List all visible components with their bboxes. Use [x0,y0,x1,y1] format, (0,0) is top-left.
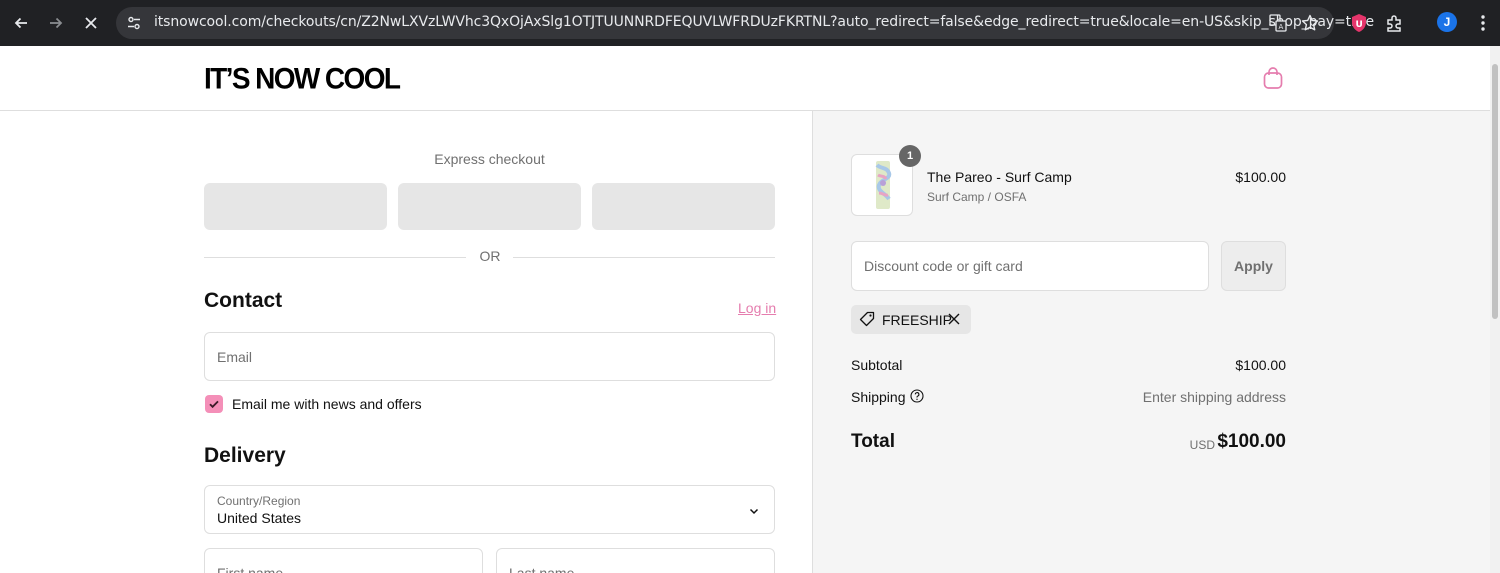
store-logo[interactable]: IT’S NOW COOL [204,62,401,96]
product-name: The Pareo - Surf Camp [927,169,1072,185]
login-link[interactable]: Log in [738,300,776,316]
express-checkout-title: Express checkout [434,151,545,167]
checkout-form: Express checkout OR Contact Log in Email… [0,111,812,573]
scrollbar-thumb[interactable] [1492,64,1498,319]
checkout-page: IT’S NOW COOL Express checkout OR Contac… [0,46,1490,573]
page-scrollbar[interactable] [1490,46,1500,573]
extensions-puzzle-icon[interactable] [1384,12,1406,34]
product-variant: Surf Camp / OSFA [927,190,1027,204]
remove-discount-icon[interactable] [947,312,961,326]
forward-icon[interactable] [44,11,68,35]
subtotal-label: Subtotal [851,357,903,373]
shipping-label: Shipping [851,389,906,405]
country-select[interactable]: Country/Region United States [204,485,775,534]
last-name-placeholder: Last name [509,565,575,573]
contact-heading: Contact [204,289,283,312]
apply-discount-button[interactable]: Apply [1221,241,1286,291]
site-settings-icon[interactable] [126,15,142,31]
bookmark-star-icon[interactable] [1300,13,1320,33]
newsletter-checkbox[interactable] [205,395,223,413]
shipping-help-icon[interactable] [910,389,924,403]
checkmark-icon [209,400,219,409]
country-label: Country/Region [217,494,301,508]
email-placeholder: Email [217,349,253,365]
country-value: United States [217,510,302,526]
total-currency: USD [1189,438,1215,452]
divider [513,257,775,258]
express-pay-button-2[interactable] [398,183,581,230]
shipping-value: Enter shipping address [1142,389,1286,405]
stop-loading-icon[interactable] [79,11,103,35]
chevron-down-icon [748,504,760,516]
last-name-field[interactable]: Last name [496,548,775,573]
first-name-field[interactable]: First name [204,548,483,573]
total-value: $100.00 [1217,431,1286,452]
or-divider-text: OR [479,248,501,264]
express-pay-button-3[interactable] [592,183,775,230]
browser-toolbar: itsnowcool.com/checkouts/cn/Z2NwLXVzLWVh… [0,0,1500,46]
extension-shield-icon[interactable]: U [1348,12,1370,34]
profile-avatar[interactable]: J [1437,12,1457,32]
svg-text:A: A [1279,23,1284,31]
product-thumbnail: 1 [851,145,921,216]
discount-code-text: FREESHIP [882,312,953,328]
back-icon[interactable] [9,11,33,35]
shopping-bag-icon[interactable] [1262,66,1284,90]
discount-code-input[interactable]: Discount code or gift card [851,241,1209,291]
newsletter-label[interactable]: Email me with news and offers [232,396,422,412]
discount-placeholder: Discount code or gift card [864,258,1023,274]
first-name-placeholder: First name [217,565,284,573]
product-price: $100.00 [1235,169,1286,185]
total-label: Total [851,431,895,452]
order-summary: 1 The Pareo - Surf Camp Surf Camp / OSFA… [812,111,1490,573]
address-bar[interactable]: itsnowcool.com/checkouts/cn/Z2NwLXVzLWVh… [116,7,1374,39]
applied-discount-chip: FREESHIP [851,305,971,334]
site-header: IT’S NOW COOL [0,46,1490,111]
browser-menu-icon[interactable] [1472,12,1494,34]
svg-text:U: U [1356,20,1363,30]
email-field[interactable]: Email [204,332,775,381]
delivery-heading: Delivery [204,444,286,467]
tag-icon [859,311,875,327]
translate-icon[interactable]: A [1268,13,1288,33]
quantity-badge: 1 [899,145,921,167]
subtotal-value: $100.00 [1235,357,1286,373]
divider [204,257,466,258]
url-text: itsnowcool.com/checkouts/cn/Z2NwLXVzLWVh… [154,14,1374,30]
express-pay-button-1[interactable] [204,183,387,230]
